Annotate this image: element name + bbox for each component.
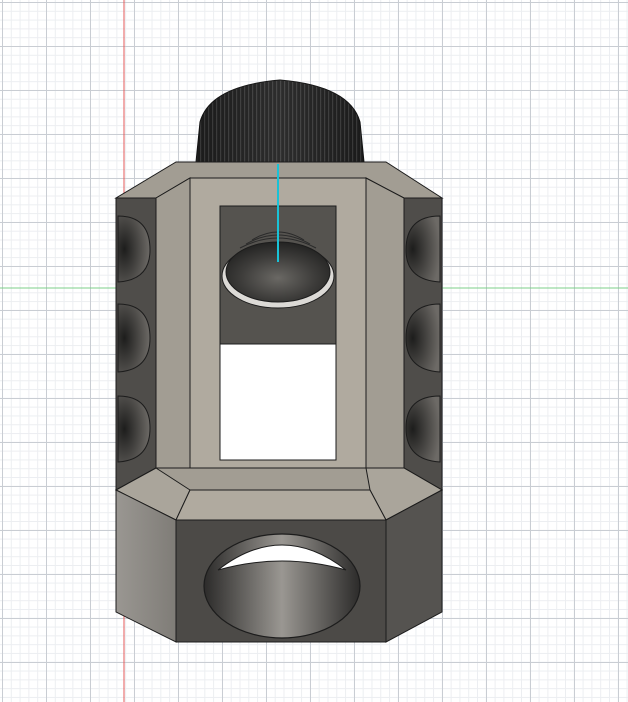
left-side-ports: [117, 215, 151, 463]
model-scene[interactable]: [0, 0, 628, 702]
right-side-ports: [405, 215, 441, 463]
knurled-cap[interactable]: [195, 79, 365, 163]
lower-window: [219, 343, 337, 461]
left-chamfer-face: [155, 177, 191, 469]
right-chamfer-face: [365, 177, 405, 469]
canvas-viewport[interactable]: [0, 0, 628, 702]
